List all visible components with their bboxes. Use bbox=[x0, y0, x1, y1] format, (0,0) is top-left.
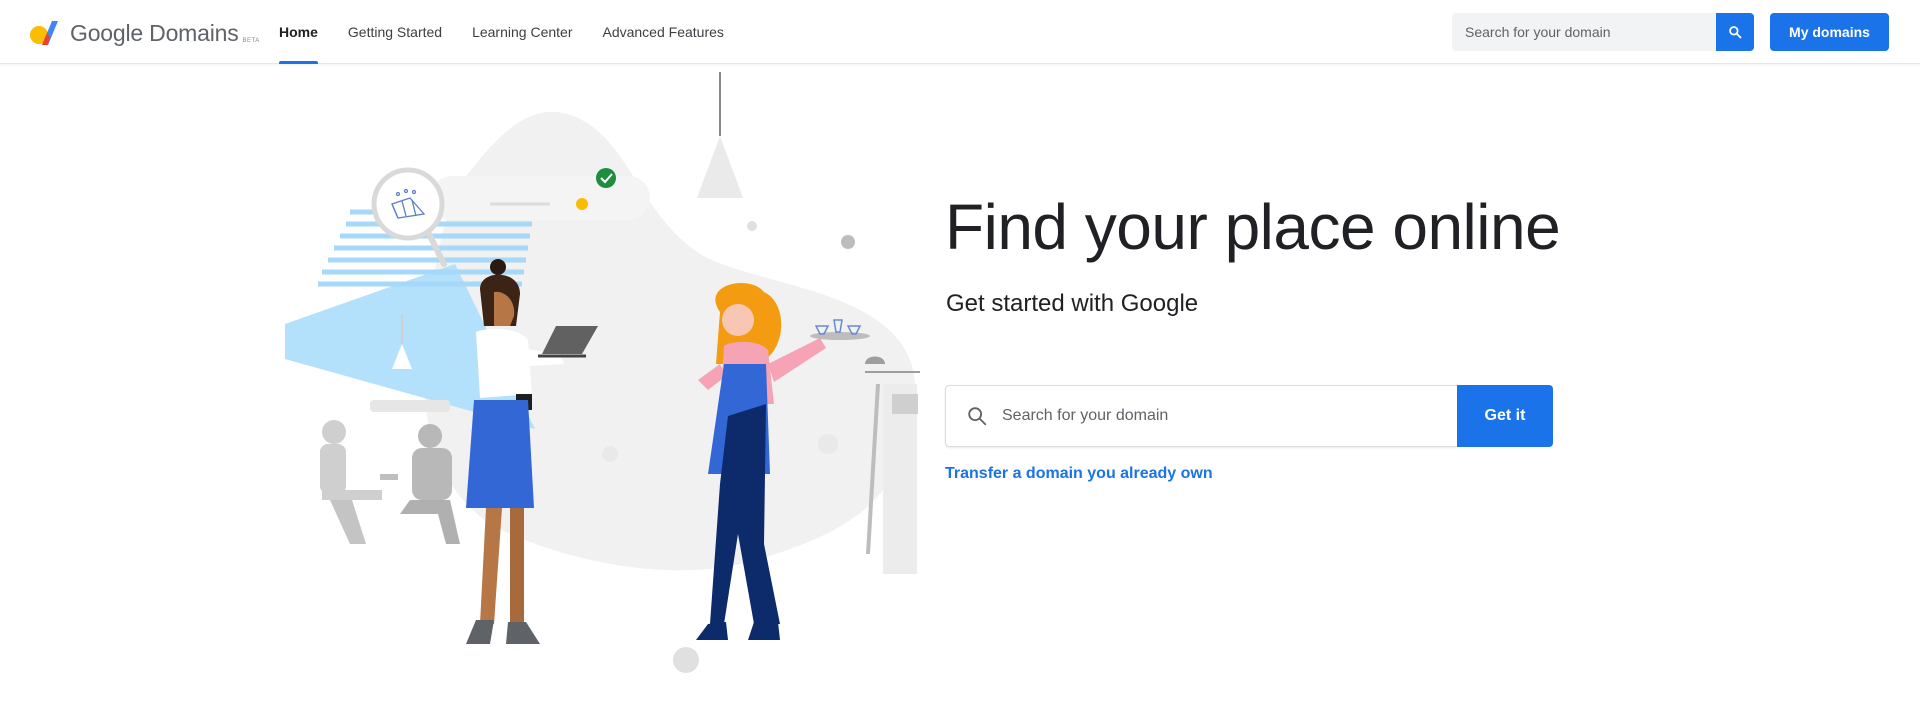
nav-item-home[interactable]: Home bbox=[279, 0, 318, 64]
search-bar-shape bbox=[430, 176, 650, 220]
lamp-right bbox=[697, 136, 743, 198]
main-nav: Home Getting Started Learning Center Adv… bbox=[279, 0, 754, 64]
get-it-button[interactable]: Get it bbox=[1457, 385, 1553, 447]
nav-item-getting-started[interactable]: Getting Started bbox=[348, 0, 442, 64]
top-navigation-bar: Google Domains BETA Home Getting Started… bbox=[0, 0, 1920, 64]
header-search-input[interactable] bbox=[1452, 13, 1716, 51]
nav-item-advanced-features[interactable]: Advanced Features bbox=[602, 0, 723, 64]
google-domains-logo-icon bbox=[30, 21, 58, 45]
hero-illustration bbox=[285, 72, 920, 673]
hero-title: Find your place online bbox=[945, 191, 1561, 263]
search-icon bbox=[1729, 26, 1742, 39]
domain-search-input[interactable] bbox=[1002, 388, 1457, 444]
magnifier bbox=[371, 167, 445, 241]
nav-item-learning-center[interactable]: Learning Center bbox=[472, 0, 572, 64]
brand-logo[interactable]: Google Domains BETA bbox=[28, 16, 260, 50]
hero-search-box bbox=[945, 385, 1457, 447]
transfer-domain-link[interactable]: Transfer a domain you already own bbox=[945, 465, 1213, 483]
my-domains-button[interactable]: My domains bbox=[1770, 13, 1889, 51]
beta-badge: BETA bbox=[242, 38, 260, 44]
brand-name: Google Domains bbox=[70, 19, 239, 46]
header-search-button[interactable] bbox=[1716, 13, 1754, 51]
hero-search: Get it bbox=[945, 385, 1553, 447]
check-badge bbox=[596, 168, 616, 188]
search-icon bbox=[968, 407, 987, 426]
hero-subtitle: Get started with Google bbox=[946, 290, 1199, 317]
header-search bbox=[1452, 13, 1754, 51]
